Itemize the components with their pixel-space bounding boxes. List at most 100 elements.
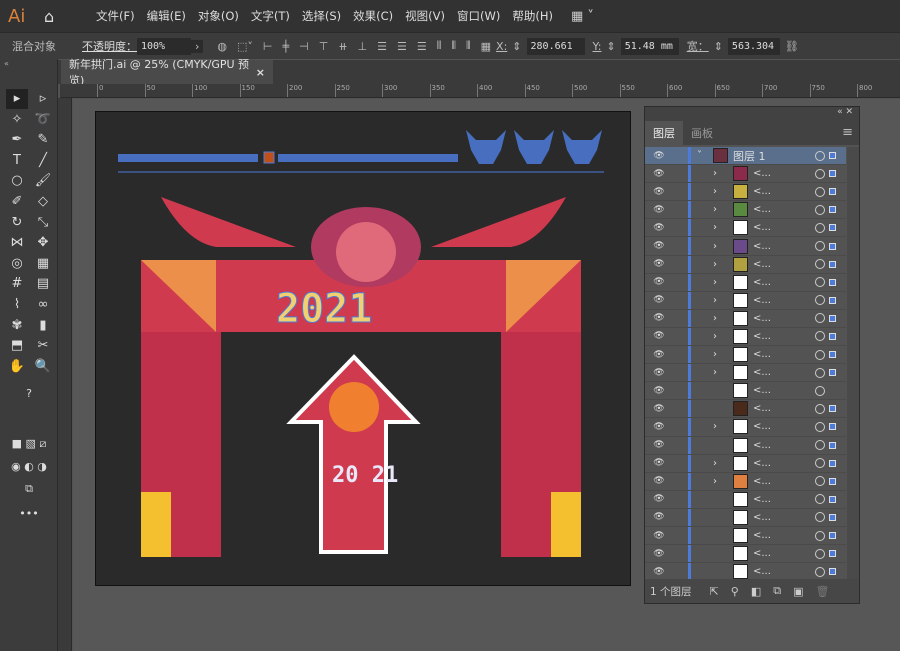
curvature-icon[interactable]: ✎ bbox=[32, 130, 54, 150]
selection-indicator[interactable] bbox=[829, 332, 836, 340]
horizontal-ruler[interactable]: 0 50 100 150 200 250 300 350 400 450 500 550 600 650 7… bbox=[60, 84, 900, 98]
selection-indicator[interactable] bbox=[829, 314, 836, 322]
export-icon[interactable]: ⇱ bbox=[710, 585, 719, 598]
selection-indicator[interactable] bbox=[829, 188, 836, 196]
target-icon[interactable] bbox=[815, 168, 825, 179]
visibility-eye-icon[interactable]: 👁 bbox=[645, 549, 673, 559]
distribute-vcenter-icon[interactable]: ☰ bbox=[397, 40, 407, 53]
target-icon[interactable] bbox=[815, 421, 825, 432]
more-tools-icon[interactable]: ••• bbox=[6, 504, 52, 524]
selection-indicator[interactable] bbox=[829, 369, 836, 377]
sublayer-row[interactable]: 👁 › <... bbox=[645, 273, 846, 292]
chevron-right-icon[interactable]: › bbox=[713, 168, 717, 179]
align-right-icon[interactable]: ⊣ bbox=[299, 40, 309, 53]
type-tool-icon[interactable]: T bbox=[6, 151, 28, 171]
magic-wand-icon[interactable]: ✧ bbox=[6, 110, 28, 130]
menu-item[interactable]: 编辑(E) bbox=[141, 8, 192, 24]
target-icon[interactable] bbox=[815, 566, 825, 577]
visibility-eye-icon[interactable]: 👁 bbox=[645, 259, 673, 269]
visibility-eye-icon[interactable]: 👁 bbox=[645, 223, 673, 233]
target-icon[interactable] bbox=[815, 530, 825, 541]
sublayer-row[interactable]: 👁 <... bbox=[645, 490, 846, 509]
selection-indicator[interactable] bbox=[829, 459, 836, 467]
locate-object-icon[interactable]: ⚲ bbox=[731, 585, 739, 598]
sublayer-row[interactable]: 👁 › <... bbox=[645, 454, 846, 473]
paintbrush-icon[interactable]: 🖌 bbox=[32, 171, 54, 191]
selection-indicator[interactable] bbox=[829, 224, 836, 232]
pen-tool-icon[interactable]: ✒ bbox=[6, 130, 28, 150]
rotate-icon[interactable]: ↻ bbox=[6, 213, 28, 233]
visibility-eye-icon[interactable]: 👁 bbox=[645, 512, 673, 522]
reference-point-icon[interactable]: ▦ bbox=[481, 40, 491, 53]
distribute-right-icon[interactable]: ⫴ bbox=[466, 39, 471, 53]
target-icon[interactable] bbox=[815, 494, 825, 505]
mesh-icon[interactable]: # bbox=[6, 274, 28, 294]
perspective-grid-icon[interactable]: ▦ bbox=[32, 254, 54, 274]
chevron-right-icon[interactable]: › bbox=[713, 295, 717, 306]
graph-icon[interactable]: ▮ bbox=[32, 316, 54, 336]
eyedropper-icon[interactable]: ⌇ bbox=[6, 295, 28, 315]
visibility-eye-icon[interactable]: 👁 bbox=[645, 205, 673, 215]
visibility-eye-icon[interactable]: 👁 bbox=[645, 331, 673, 341]
shaper-icon[interactable]: ✐ bbox=[6, 192, 28, 212]
target-icon[interactable] bbox=[815, 277, 825, 288]
sublayer-row[interactable]: 👁 › <... bbox=[645, 219, 846, 238]
sublayer-row[interactable]: 👁 › <... bbox=[645, 327, 846, 347]
selection-indicator[interactable] bbox=[829, 170, 836, 178]
target-icon[interactable] bbox=[815, 150, 825, 161]
target-icon[interactable] bbox=[815, 512, 825, 523]
ellipse-tool-icon[interactable]: ○ bbox=[6, 171, 28, 191]
hand-icon[interactable]: ✋ bbox=[6, 357, 28, 377]
artboard-icon[interactable]: ⬒ bbox=[6, 336, 28, 356]
target-icon[interactable] bbox=[815, 313, 825, 324]
selection-indicator[interactable] bbox=[829, 495, 836, 503]
zoom-icon[interactable]: 🔍 bbox=[32, 357, 54, 377]
visibility-eye-icon[interactable]: 👁 bbox=[645, 151, 673, 161]
visibility-eye-icon[interactable]: 👁 bbox=[645, 531, 673, 541]
vertical-ruler[interactable] bbox=[58, 98, 72, 651]
target-icon[interactable] bbox=[815, 204, 825, 215]
visibility-eye-icon[interactable]: 👁 bbox=[645, 187, 673, 197]
sublayer-row[interactable]: 👁 › <... bbox=[645, 201, 846, 220]
delete-icon[interactable]: 🗑 bbox=[815, 585, 829, 598]
align-vcenter-icon[interactable]: ⧺ bbox=[338, 40, 347, 53]
target-icon[interactable] bbox=[815, 367, 825, 378]
chevron-right-icon[interactable]: › bbox=[713, 186, 717, 197]
sublayer-row[interactable]: 👁 <... bbox=[645, 526, 846, 546]
target-icon[interactable] bbox=[815, 403, 825, 414]
line-tool-icon[interactable]: ╱ bbox=[32, 151, 54, 171]
sublayer-row[interactable]: 👁 › <... bbox=[645, 165, 846, 184]
chevron-right-icon[interactable]: › bbox=[713, 349, 717, 360]
chevron-right-icon[interactable]: › bbox=[713, 259, 717, 270]
chevron-right-icon[interactable]: › bbox=[713, 241, 717, 252]
visibility-eye-icon[interactable]: 👁 bbox=[645, 476, 673, 486]
new-sublayer-icon[interactable]: ⧉ bbox=[773, 584, 781, 598]
chevron-right-icon[interactable]: › bbox=[713, 222, 717, 233]
screen-mode-icon[interactable]: ⧉ bbox=[6, 479, 52, 499]
selection-indicator[interactable] bbox=[829, 423, 836, 431]
selection-indicator[interactable] bbox=[829, 260, 836, 268]
tab-artboards[interactable]: 画板 bbox=[683, 121, 721, 145]
menu-item[interactable]: 文件(F) bbox=[90, 8, 141, 24]
target-icon[interactable] bbox=[815, 385, 825, 396]
drawing-mode-icon[interactable]: ◉ ◐ ◑ bbox=[6, 457, 52, 477]
target-icon[interactable] bbox=[815, 331, 825, 342]
opacity-arrow-icon[interactable]: › bbox=[191, 39, 204, 53]
scale-icon[interactable]: ⤡ bbox=[32, 213, 54, 233]
chevron-right-icon[interactable]: › bbox=[713, 313, 717, 324]
close-tab-icon[interactable]: × bbox=[256, 66, 265, 79]
fill-stroke-icon[interactable]: ? bbox=[6, 384, 52, 404]
sublayer-row[interactable]: 👁 › <... bbox=[645, 472, 846, 491]
link-proportions-icon[interactable]: ⛓ bbox=[785, 40, 799, 53]
visibility-eye-icon[interactable]: 👁 bbox=[645, 295, 673, 305]
visibility-eye-icon[interactable]: 👁 bbox=[645, 368, 673, 378]
align-hcenter-icon[interactable]: ╪ bbox=[283, 40, 290, 53]
chevron-right-icon[interactable]: › bbox=[713, 476, 717, 487]
sublayer-row[interactable]: 👁 › <... bbox=[645, 309, 846, 328]
lasso-icon[interactable]: ➰ bbox=[32, 110, 54, 130]
width-tool-icon[interactable]: ⋈ bbox=[6, 233, 28, 253]
selection-indicator[interactable] bbox=[829, 242, 836, 250]
visibility-eye-icon[interactable]: 👁 bbox=[645, 404, 673, 414]
align-left-icon[interactable]: ⊢ bbox=[263, 40, 273, 53]
visibility-eye-icon[interactable]: 👁 bbox=[645, 440, 673, 450]
